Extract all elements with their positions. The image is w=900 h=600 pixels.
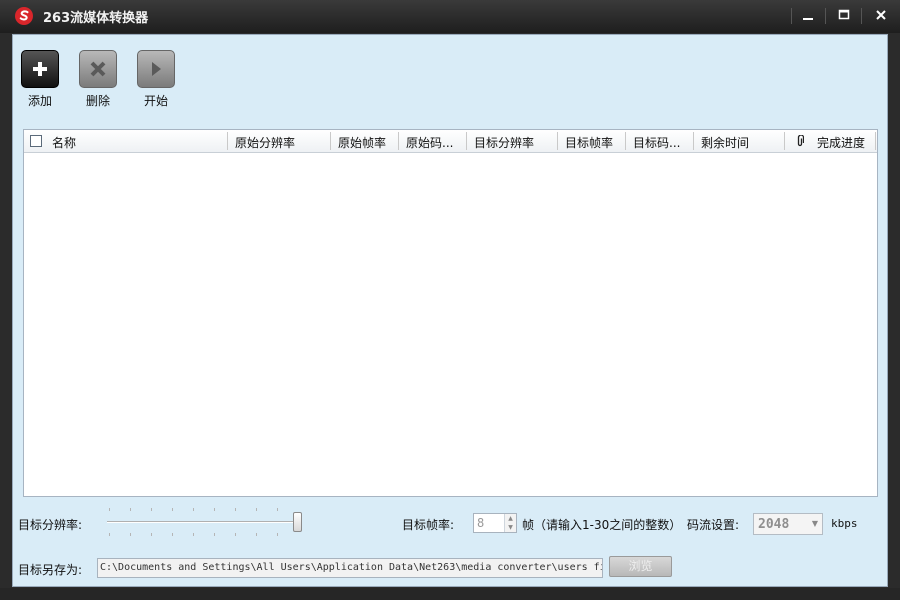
window-title: 263流媒体转换器 xyxy=(43,11,149,26)
title-separator xyxy=(825,8,826,24)
column-separator[interactable] xyxy=(693,132,694,150)
close-icon xyxy=(876,10,886,20)
column-separator[interactable] xyxy=(557,132,558,150)
column-header-remaining-time[interactable]: 剩余时间 xyxy=(701,134,749,151)
app-logo-icon xyxy=(15,7,33,25)
title-separator xyxy=(861,8,862,24)
plus-icon xyxy=(33,62,47,76)
column-header-progress[interactable]: 完成进度 xyxy=(817,134,865,151)
maximize-icon xyxy=(838,9,850,20)
minimize-icon xyxy=(803,18,813,20)
framerate-stepper[interactable]: 8 ▲ ▼ xyxy=(473,513,517,533)
slider-tick xyxy=(235,508,236,511)
target-resolution-label: 目标分辨率: xyxy=(18,518,83,532)
task-table[interactable]: 名称 原始分辨率 原始帧率 原始码... 目标分辨率 目标帧率 目标码... 剩… xyxy=(23,129,878,497)
resolution-slider-track[interactable] xyxy=(107,521,297,523)
column-header-source-resolution[interactable]: 原始分辨率 xyxy=(235,134,295,151)
slider-tick xyxy=(277,508,278,511)
start-button[interactable]: 开始 xyxy=(130,50,182,109)
target-framerate-label: 目标帧率: xyxy=(402,518,455,532)
bitrate-value[interactable]: 2048 xyxy=(758,517,789,532)
column-header-target-resolution[interactable]: 目标分辨率 xyxy=(474,134,534,151)
delete-button[interactable]: 删除 xyxy=(72,50,124,109)
slider-tick xyxy=(109,508,110,511)
delete-button-label: 删除 xyxy=(85,94,110,108)
column-separator[interactable] xyxy=(784,132,785,150)
window-bottom-border xyxy=(0,588,900,600)
slider-tick xyxy=(172,533,173,536)
delete-button-face[interactable] xyxy=(79,50,117,88)
column-header-source-bitrate[interactable]: 原始码... xyxy=(406,134,453,151)
paperclip-icon xyxy=(797,135,804,147)
column-header-name[interactable]: 名称 xyxy=(52,134,76,151)
framerate-stepper-arrows[interactable]: ▲ ▼ xyxy=(504,514,516,532)
column-header-target-framerate[interactable]: 目标帧率 xyxy=(565,134,613,151)
add-button[interactable]: 添加 xyxy=(14,50,66,109)
slider-tick xyxy=(256,508,257,511)
slider-tick xyxy=(214,533,215,536)
slider-tick xyxy=(130,508,131,511)
slider-tick xyxy=(151,508,152,511)
minimize-button[interactable] xyxy=(795,4,821,26)
bitrate-label: 码流设置: xyxy=(687,518,740,532)
framerate-value[interactable]: 8 xyxy=(477,516,484,530)
start-button-face[interactable] xyxy=(137,50,175,88)
stepper-down-icon[interactable]: ▼ xyxy=(505,523,516,532)
slider-tick xyxy=(109,533,110,536)
save-as-label: 目标另存为: xyxy=(18,563,83,577)
save-path-field[interactable]: C:\Documents and Settings\All Users\Appl… xyxy=(97,558,603,578)
column-separator[interactable] xyxy=(227,132,228,150)
title-separator xyxy=(791,8,792,24)
start-button-label: 开始 xyxy=(143,94,168,108)
resolution-slider-thumb[interactable] xyxy=(293,512,302,532)
chevron-down-icon[interactable]: ▼ xyxy=(812,519,818,528)
column-separator[interactable] xyxy=(466,132,467,150)
x-icon xyxy=(90,61,106,77)
stepper-up-icon[interactable]: ▲ xyxy=(505,514,516,523)
browse-button[interactable]: 浏览 xyxy=(609,556,672,577)
column-header-target-bitrate[interactable]: 目标码... xyxy=(633,134,680,151)
column-separator[interactable] xyxy=(875,132,876,150)
framerate-hint: 帧（请输入1-30之间的整数） xyxy=(522,518,682,532)
main-panel: 添加 删除 开始 名称 原始分辨率 原始帧率 原始码... 目标分辨率 目标帧率 xyxy=(12,34,888,587)
slider-tick xyxy=(193,508,194,511)
title-bar[interactable]: 263流媒体转换器 xyxy=(0,0,900,33)
column-separator[interactable] xyxy=(330,132,331,150)
slider-tick xyxy=(151,533,152,536)
bitrate-unit: kbps xyxy=(831,517,858,530)
add-button-label: 添加 xyxy=(27,94,52,108)
close-button[interactable] xyxy=(868,4,894,26)
slider-tick xyxy=(172,508,173,511)
maximize-button[interactable] xyxy=(831,4,857,26)
column-header-source-framerate[interactable]: 原始帧率 xyxy=(338,134,386,151)
slider-tick xyxy=(193,533,194,536)
select-all-checkbox[interactable] xyxy=(30,135,42,147)
column-separator[interactable] xyxy=(398,132,399,150)
play-icon xyxy=(152,62,161,76)
add-button-face[interactable] xyxy=(21,50,59,88)
slider-tick xyxy=(130,533,131,536)
slider-tick xyxy=(235,533,236,536)
slider-tick xyxy=(277,533,278,536)
bitrate-select[interactable]: 2048 ▼ xyxy=(753,513,823,535)
slider-tick xyxy=(214,508,215,511)
column-separator[interactable] xyxy=(625,132,626,150)
slider-tick xyxy=(256,533,257,536)
table-header: 名称 原始分辨率 原始帧率 原始码... 目标分辨率 目标帧率 目标码... 剩… xyxy=(24,130,877,153)
